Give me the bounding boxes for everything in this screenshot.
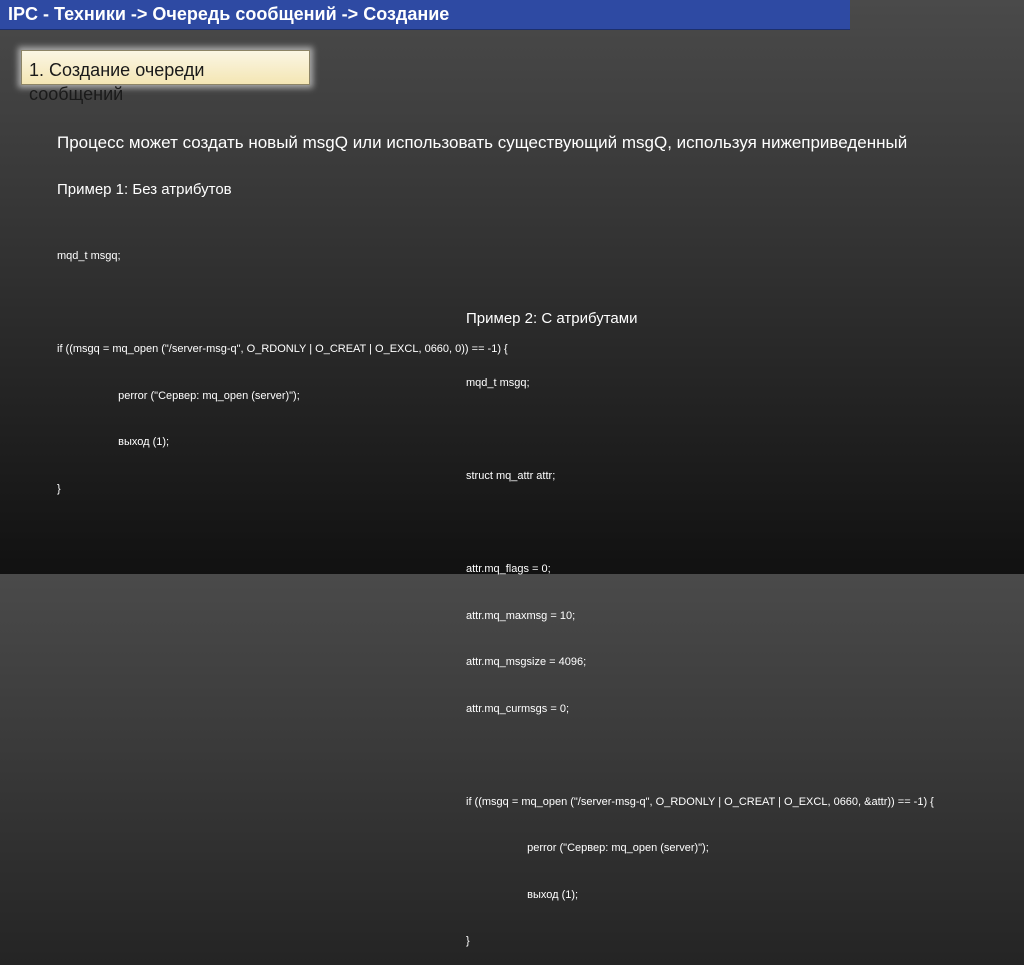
code-line: perror ("Сервер: mq_open (server)"); [57, 389, 300, 402]
code-line: } [466, 935, 470, 947]
code-line: выход (1); [466, 888, 579, 901]
example1-title: Пример 1: Без атрибутов [57, 181, 232, 198]
code-line: if ((msgq = mq_open ("/server-msg-q", O_… [57, 343, 508, 355]
code-line: выход (1); [57, 436, 170, 448]
example1-code: mqd_t msgq; if ((msgq = mq_open ("/serve… [57, 218, 508, 513]
example2-title: Пример 2: С атрибутами [466, 310, 638, 327]
slide-title: IPC - Техники -> Очередь сообщений -> Со… [8, 4, 450, 24]
code-line: mqd_t msgq; [466, 377, 530, 389]
code-line: struct mq_attr attr; [466, 470, 556, 482]
code-line: if ((msgq = mq_open ("/server-msg-q", O_… [466, 795, 934, 808]
code-line: attr.mq_flags = 0; [466, 563, 551, 575]
code-line: attr.mq_maxmsg = 10; [466, 609, 576, 622]
code-line: attr.mq_curmsgs = 0; [466, 702, 570, 715]
title-bar: IPC - Техники -> Очередь сообщений -> Со… [0, 0, 850, 30]
section-heading: 1. Создание очереди сообщений [29, 57, 309, 108]
code-line: perror ("Сервер: mq_open (server)"); [466, 842, 709, 854]
section-heading-line2: сообщений [29, 84, 124, 104]
section-heading-line1: 1. Создание очереди [29, 60, 205, 80]
code-line: } [57, 482, 61, 495]
intro-text: Процесс может создать новый msgQ или исп… [57, 133, 908, 152]
code-line: mqd_t msgq; [57, 250, 121, 262]
code-line: attr.mq_msgsize = 4096; [466, 656, 587, 668]
example2-code: mqd_t msgq; struct mq_attr attr; attr.mq… [466, 345, 934, 965]
